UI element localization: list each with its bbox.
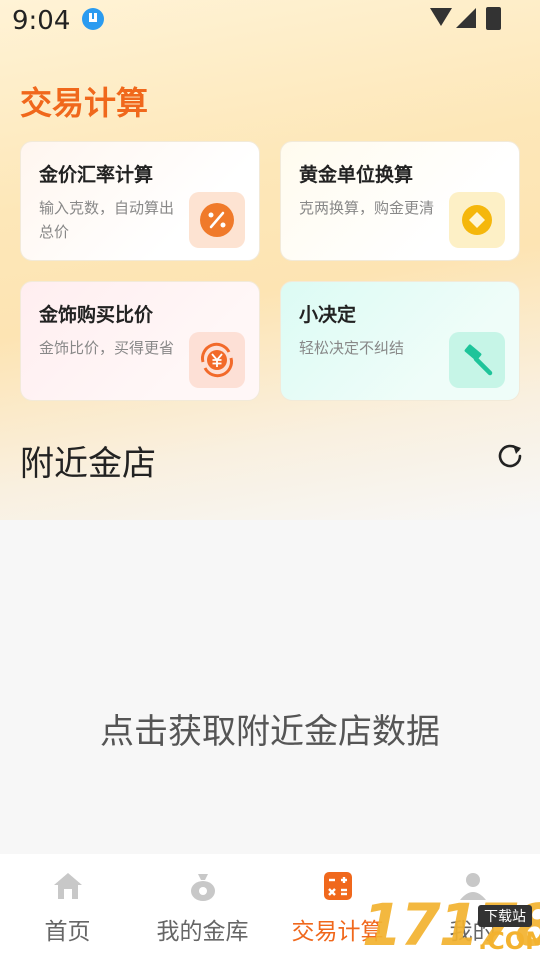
card-title: 金饰购买比价 — [39, 304, 154, 326]
status-bar: 9:04 — [0, 0, 540, 44]
nearby-stores-empty-prompt[interactable]: 点击获取附近金店数据 — [0, 704, 540, 753]
download-icon — [82, 8, 104, 30]
tab-home[interactable]: 首页 — [0, 854, 135, 960]
wifi-icon — [430, 8, 452, 26]
yuan-exchange-icon — [189, 332, 245, 388]
battery-icon — [486, 7, 501, 30]
percent-icon — [189, 192, 245, 248]
watermark-tag: 下载站 — [478, 905, 532, 927]
card-small-decision[interactable]: 小决定 轻松决定不纠结 — [280, 281, 520, 401]
page-title: 交易计算 — [20, 84, 149, 122]
card-subtitle: 输入克数，自动算出总价 — [39, 199, 175, 241]
tab-label: 首页 — [44, 919, 91, 945]
card-jewelry-price-compare[interactable]: 金饰购买比价 金饰比价，买得更省 — [20, 281, 260, 401]
signal-icon — [456, 8, 476, 28]
status-time: 9:04 — [12, 6, 71, 36]
card-title: 小决定 — [299, 304, 357, 326]
card-title: 黄金单位换算 — [299, 164, 414, 186]
card-subtitle: 金饰比价，买得更省 — [39, 339, 175, 357]
card-gold-unit-conversion[interactable]: 黄金单位换算 克两换算，购金更清 — [280, 141, 520, 261]
tab-label: 我的金库 — [156, 919, 249, 945]
calculator-icon — [322, 870, 354, 902]
home-icon — [52, 870, 84, 902]
diamond-coin-icon — [449, 192, 505, 248]
gavel-icon — [449, 332, 505, 388]
card-gold-price-calculator[interactable]: 金价汇率计算 输入克数，自动算出总价 — [20, 141, 260, 261]
tab-my-vault[interactable]: 我的金库 — [135, 854, 270, 960]
nearby-stores-title: 附近金店 — [20, 444, 156, 484]
money-bag-icon — [187, 870, 219, 902]
refresh-icon[interactable] — [496, 442, 524, 470]
card-title: 金价汇率计算 — [39, 164, 154, 186]
watermark-suffix: .COM — [478, 927, 540, 955]
card-subtitle: 轻松决定不纠结 — [299, 339, 405, 357]
watermark-logo: 17178 下载站 .COM — [360, 885, 540, 960]
card-subtitle: 克两换算，购金更清 — [299, 199, 435, 217]
